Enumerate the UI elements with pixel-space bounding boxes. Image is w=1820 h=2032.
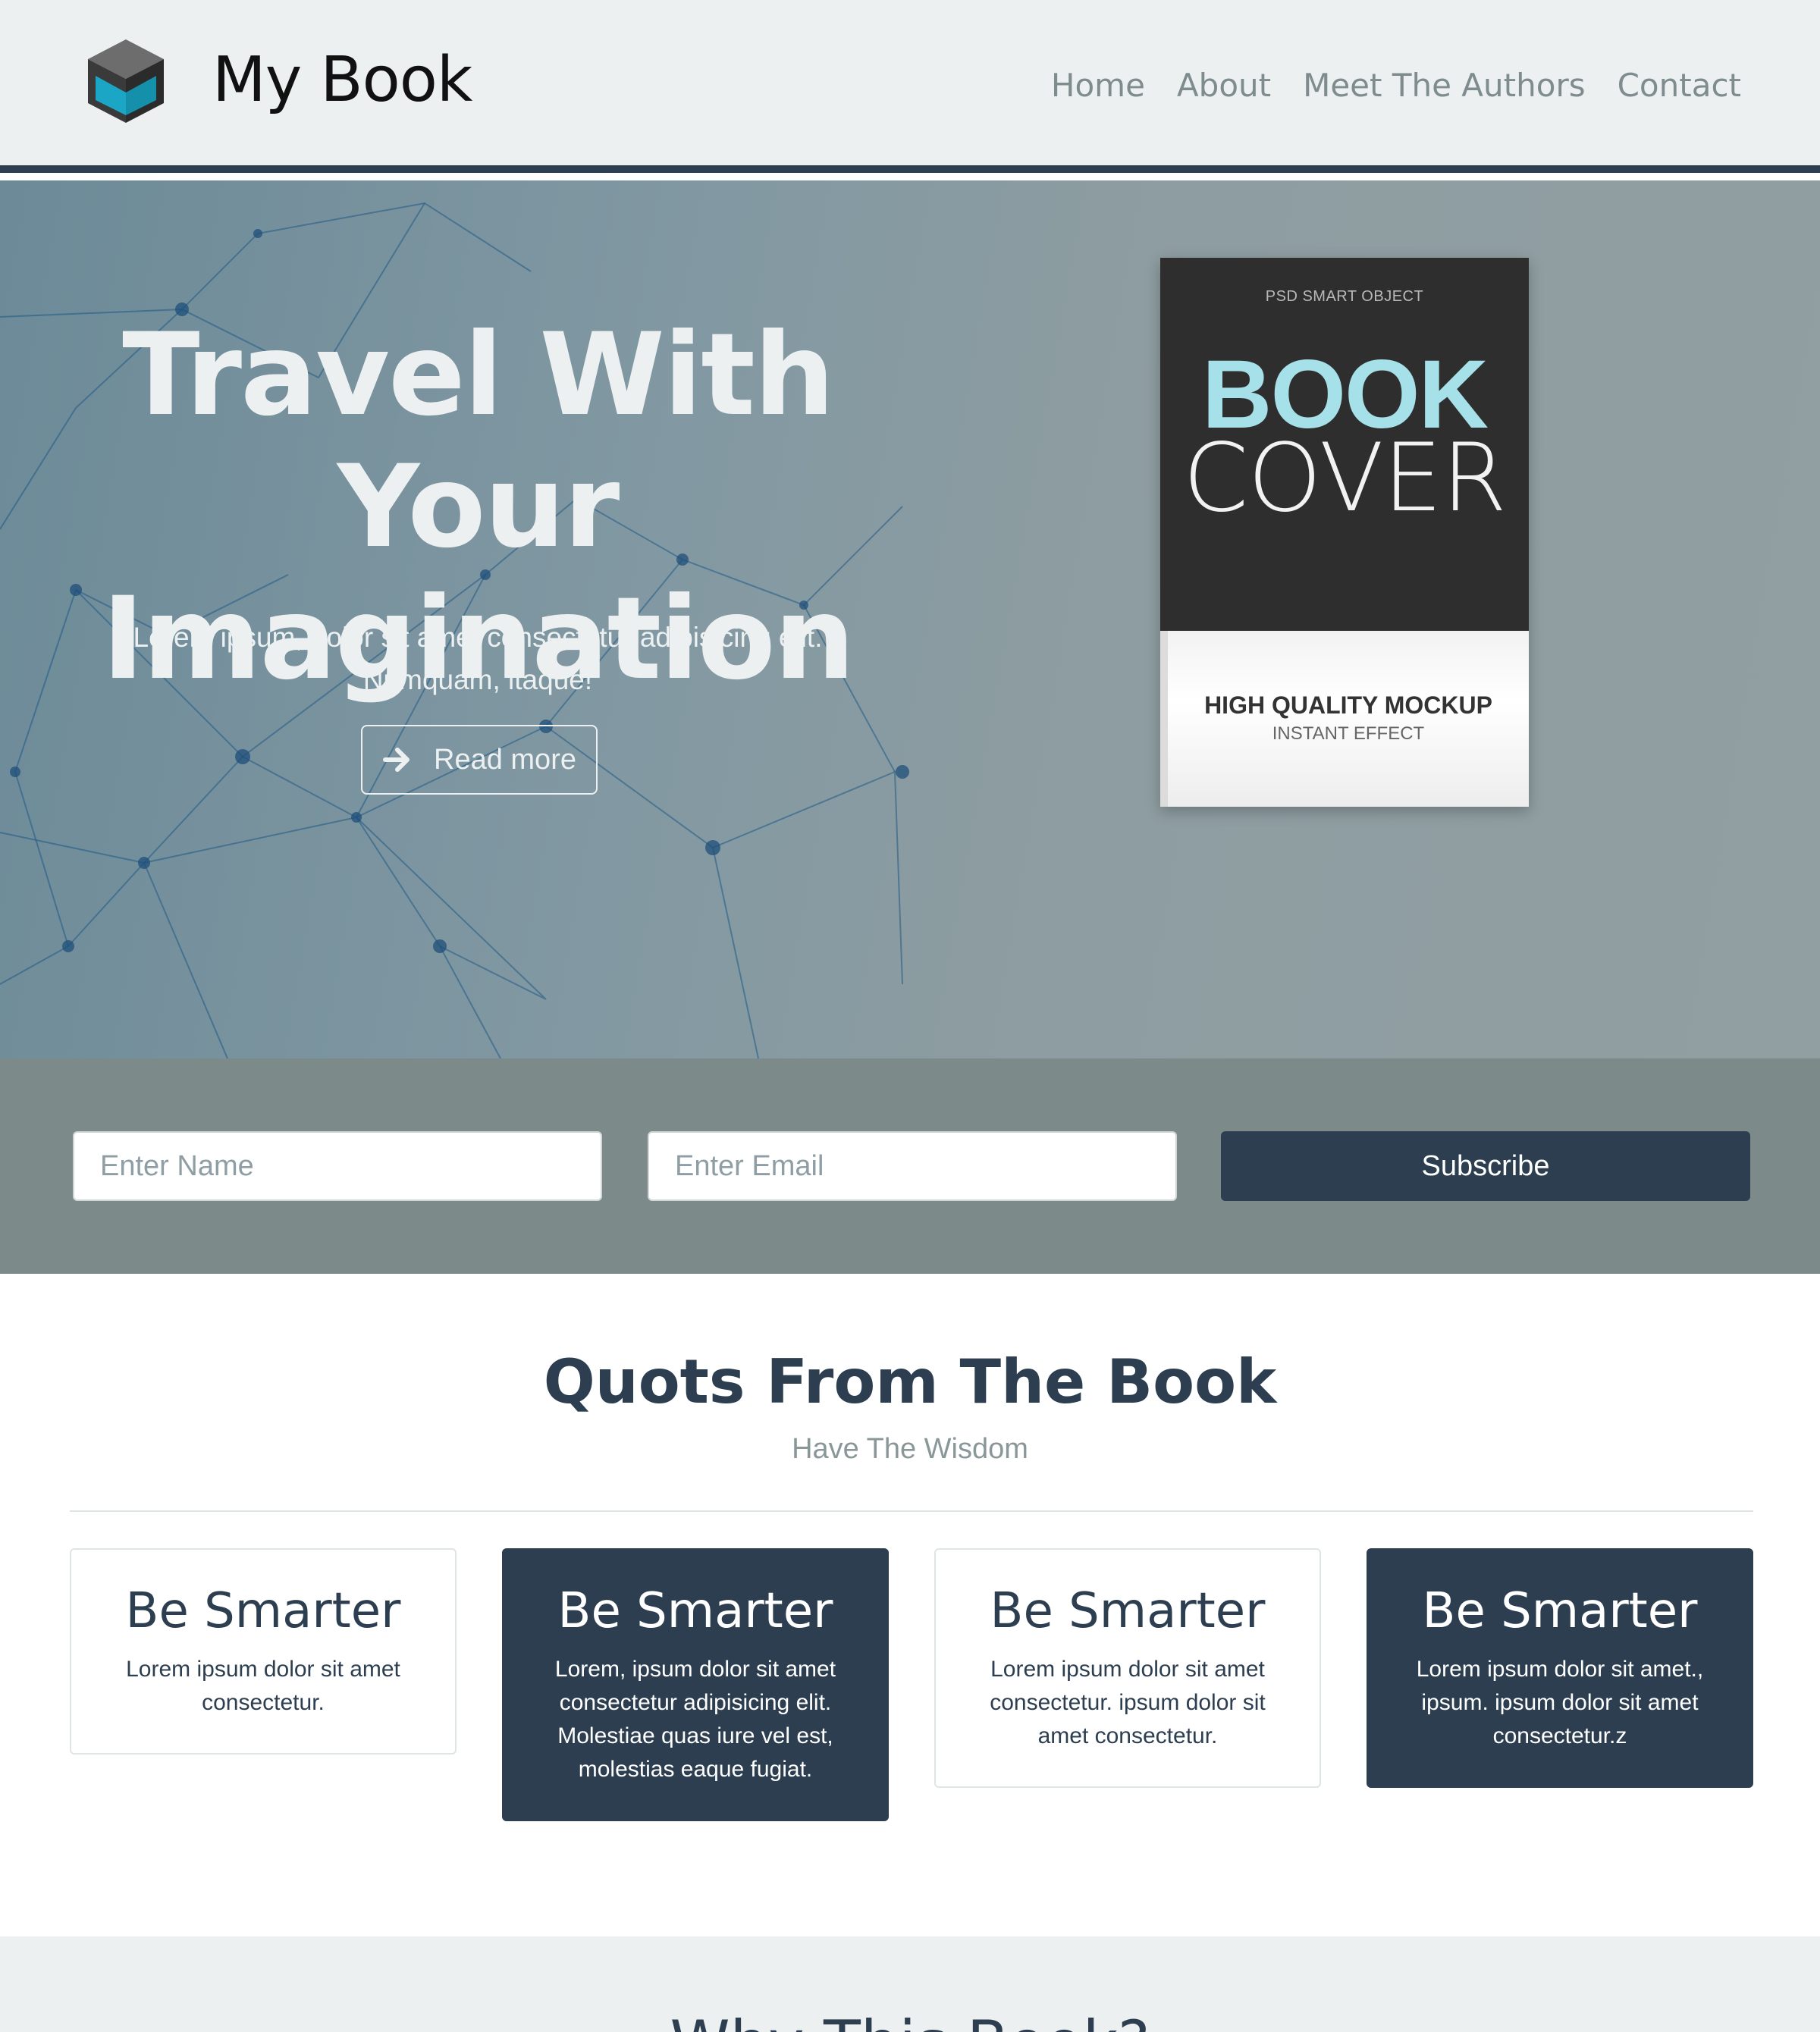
quote-card-text: Lorem ipsum dolor sit amet consectetur. (126, 1657, 400, 1715)
brand-name[interactable]: My Book (212, 44, 472, 116)
nav-link-authors[interactable]: Meet The Authors (1303, 67, 1585, 104)
why-title: Why This Book? (0, 2008, 1820, 2032)
quote-card-heading: Be Smarter (557, 1583, 833, 1639)
read-more-button[interactable]: Read more (361, 725, 598, 795)
quote-card-heading: Be Smarter (125, 1583, 401, 1639)
hero-text-line1: Lorem ipsum, dolor sit amet consectetur … (133, 622, 823, 653)
hero-description: Lorem ipsum, dolor sit amet consectetur … (76, 616, 880, 701)
book-cover-word: COVER (1182, 424, 1507, 533)
quote-card: Be Smarter Lorem ipsum dolor sit amet co… (70, 1548, 457, 1754)
quote-card-heading: Be Smarter (990, 1583, 1266, 1639)
nav-link-contact[interactable]: Contact (1618, 67, 1741, 104)
email-input[interactable] (648, 1131, 1177, 1201)
book-cover-top: PSD SMART OBJECT BOOK COVER (1160, 258, 1529, 631)
nav-link-home[interactable]: Home (1051, 67, 1145, 104)
quote-card: Be Smarter Lorem ipsum dolor sit amet co… (934, 1548, 1321, 1788)
hero-text-line2: Numquam, itaque! (362, 664, 593, 695)
quote-card-heading: Be Smarter (1422, 1583, 1698, 1639)
quotes-subtitle: Have The Wisdom (792, 1433, 1028, 1465)
subscribe-button[interactable]: Subscribe (1221, 1131, 1750, 1201)
book-cover-image: PSD SMART OBJECT BOOK COVER HIGH QUALITY… (1160, 258, 1529, 807)
navbar: My Book Home About Meet The Authors Cont… (0, 0, 1820, 173)
nav-link-about[interactable]: About (1177, 67, 1271, 104)
nav-links: Home About Meet The Authors Contact (1051, 67, 1741, 104)
book-cover-bottom: HIGH QUALITY MOCKUP INSTANT EFFECT (1160, 631, 1529, 807)
arrow-right-icon (383, 748, 410, 772)
quote-card: Be Smarter Lorem, ipsum dolor sit amet c… (502, 1548, 889, 1821)
subscribe-section: Subscribe (0, 1058, 1820, 1274)
quote-card-text: Lorem ipsum dolor sit amet., ipsum. ipsu… (1416, 1657, 1704, 1748)
quote-card: Be Smarter Lorem ipsum dolor sit amet., … (1367, 1548, 1753, 1788)
hero-title-line1: Travel With Your (122, 309, 835, 573)
section-divider (70, 1510, 1753, 1512)
why-section: Why This Book? (0, 1936, 1820, 2032)
hero-section: Travel With Your Imagination Lorem ipsum… (0, 180, 1820, 1058)
read-more-label: Read more (434, 743, 576, 776)
name-input[interactable] (73, 1131, 602, 1201)
cube-logo-icon[interactable] (85, 36, 167, 126)
quote-card-text: Lorem, ipsum dolor sit amet consectetur … (554, 1657, 836, 1782)
quotes-title: Quots From The Book (543, 1347, 1277, 1417)
book-smart-object-text: PSD SMART OBJECT (1265, 288, 1424, 305)
book-effect-text: INSTANT EFFECT (1272, 723, 1425, 744)
book-quality-text: HIGH QUALITY MOCKUP (1204, 691, 1492, 719)
quote-card-text: Lorem ipsum dolor sit amet consectetur. … (990, 1657, 1266, 1748)
